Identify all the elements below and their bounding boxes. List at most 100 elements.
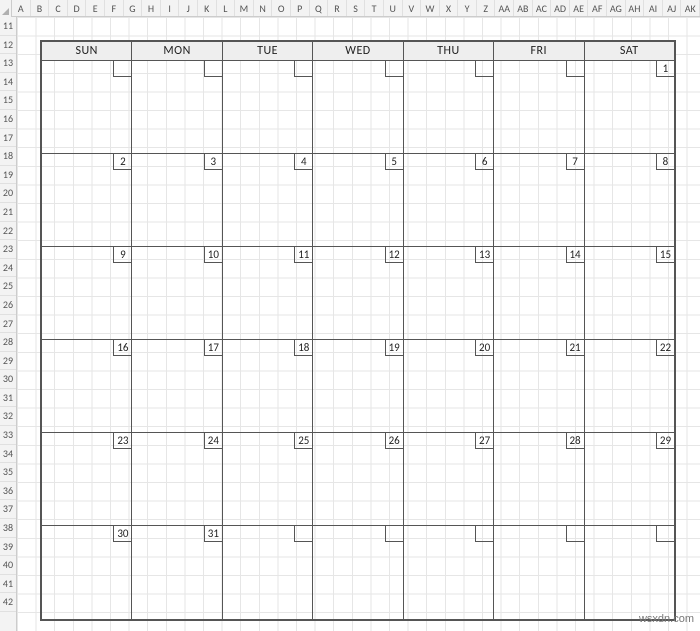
column-header[interactable]: R [328, 0, 347, 16]
calendar-day-cell[interactable]: 21 [494, 340, 584, 432]
calendar-day-cell[interactable]: 2 [42, 154, 132, 246]
row-header[interactable]: 15 [0, 91, 16, 110]
calendar-day-cell[interactable]: 8 [585, 154, 674, 246]
row-header[interactable]: 31 [0, 389, 16, 408]
column-header[interactable]: A [12, 0, 31, 16]
spreadsheet-grid[interactable]: ABCDEFGHIJKLMNOPQRSTUVWXYZAAABACADAEAFAG… [0, 0, 700, 631]
row-header[interactable]: 18 [0, 147, 16, 166]
row-header[interactable]: 34 [0, 445, 16, 464]
row-header[interactable]: 22 [0, 222, 16, 241]
calendar-day-cell[interactable] [494, 526, 584, 619]
calendar-day-cell[interactable]: 9 [42, 247, 132, 339]
row-header[interactable]: 28 [0, 333, 16, 352]
column-header[interactable]: L [217, 0, 236, 16]
column-header[interactable]: N [254, 0, 273, 16]
select-all-corner[interactable] [0, 0, 12, 17]
column-header[interactable]: AK [681, 0, 700, 16]
row-header[interactable]: 38 [0, 519, 16, 538]
calendar-day-cell[interactable] [404, 526, 494, 619]
calendar-day-cell[interactable]: 4 [223, 154, 313, 246]
calendar-day-cell[interactable]: 29 [585, 433, 674, 525]
calendar-day-cell[interactable]: 10 [132, 247, 222, 339]
calendar-day-cell[interactable] [494, 61, 584, 153]
row-header[interactable]: 20 [0, 184, 16, 203]
row-header[interactable]: 13 [0, 54, 16, 73]
row-header[interactable]: 30 [0, 370, 16, 389]
row-header[interactable]: 33 [0, 426, 16, 445]
column-header[interactable]: AH [626, 0, 645, 16]
calendar-day-cell[interactable] [223, 61, 313, 153]
row-header[interactable]: 14 [0, 73, 16, 92]
calendar-day-cell[interactable]: 26 [313, 433, 403, 525]
row-header[interactable]: 27 [0, 315, 16, 334]
column-header[interactable]: W [421, 0, 440, 16]
calendar-day-cell[interactable]: 20 [404, 340, 494, 432]
calendar-day-cell[interactable]: 16 [42, 340, 132, 432]
column-header[interactable]: AD [551, 0, 570, 16]
calendar-day-cell[interactable]: 30 [42, 526, 132, 619]
calendar-day-cell[interactable]: 15 [585, 247, 674, 339]
column-header[interactable]: B [31, 0, 50, 16]
column-header[interactable]: C [49, 0, 68, 16]
calendar-day-cell[interactable]: 24 [132, 433, 222, 525]
column-header[interactable]: AA [495, 0, 514, 16]
row-header[interactable]: 26 [0, 296, 16, 315]
row-header[interactable]: 41 [0, 575, 16, 594]
column-header[interactable]: J [179, 0, 198, 16]
row-header[interactable]: 11 [0, 17, 16, 36]
row-header[interactable]: 42 [0, 593, 16, 612]
column-header[interactable]: X [440, 0, 459, 16]
column-header[interactable]: Z [477, 0, 496, 16]
calendar-day-cell[interactable] [313, 526, 403, 619]
column-header[interactable]: D [68, 0, 87, 16]
calendar-day-cell[interactable]: 11 [223, 247, 313, 339]
row-header[interactable]: 37 [0, 500, 16, 519]
column-header[interactable]: M [235, 0, 254, 16]
calendar-day-cell[interactable]: 23 [42, 433, 132, 525]
row-header[interactable]: 17 [0, 129, 16, 148]
column-header[interactable]: G [124, 0, 143, 16]
calendar-day-cell[interactable]: 13 [404, 247, 494, 339]
calendar-day-cell[interactable]: 14 [494, 247, 584, 339]
calendar-day-cell[interactable]: 25 [223, 433, 313, 525]
column-header[interactable]: AB [514, 0, 533, 16]
calendar-day-cell[interactable]: 17 [132, 340, 222, 432]
calendar-day-cell[interactable]: 7 [494, 154, 584, 246]
row-header[interactable]: 32 [0, 407, 16, 426]
calendar-day-cell[interactable]: 18 [223, 340, 313, 432]
column-header[interactable]: Y [458, 0, 477, 16]
column-header[interactable]: AI [644, 0, 663, 16]
calendar-day-cell[interactable] [223, 526, 313, 619]
calendar-day-cell[interactable]: 3 [132, 154, 222, 246]
column-header[interactable]: P [291, 0, 310, 16]
column-header[interactable]: I [161, 0, 180, 16]
column-header[interactable]: S [347, 0, 366, 16]
column-header[interactable]: AG [607, 0, 626, 16]
column-header[interactable]: AJ [663, 0, 682, 16]
calendar-day-cell[interactable]: 6 [404, 154, 494, 246]
calendar-day-cell[interactable] [404, 61, 494, 153]
calendar-day-cell[interactable] [585, 526, 674, 619]
calendar-day-cell[interactable] [132, 61, 222, 153]
row-header[interactable]: 24 [0, 259, 16, 278]
calendar-day-cell[interactable]: 12 [313, 247, 403, 339]
calendar-day-cell[interactable]: 5 [313, 154, 403, 246]
calendar-day-cell[interactable]: 28 [494, 433, 584, 525]
column-header[interactable]: U [384, 0, 403, 16]
column-header[interactable]: H [142, 0, 161, 16]
calendar-day-cell[interactable] [313, 61, 403, 153]
column-header[interactable]: AE [570, 0, 589, 16]
row-header[interactable]: 12 [0, 36, 16, 55]
column-header[interactable]: T [365, 0, 384, 16]
row-header[interactable]: 23 [0, 240, 16, 259]
column-header[interactable]: O [272, 0, 291, 16]
row-header[interactable]: 16 [0, 110, 16, 129]
row-header[interactable]: 19 [0, 166, 16, 185]
column-header[interactable]: Q [310, 0, 329, 16]
column-header[interactable]: V [403, 0, 422, 16]
column-header[interactable]: K [198, 0, 217, 16]
column-header[interactable]: AF [588, 0, 607, 16]
calendar-day-cell[interactable]: 22 [585, 340, 674, 432]
calendar-day-cell[interactable]: 27 [404, 433, 494, 525]
calendar-day-cell[interactable]: 31 [132, 526, 222, 619]
